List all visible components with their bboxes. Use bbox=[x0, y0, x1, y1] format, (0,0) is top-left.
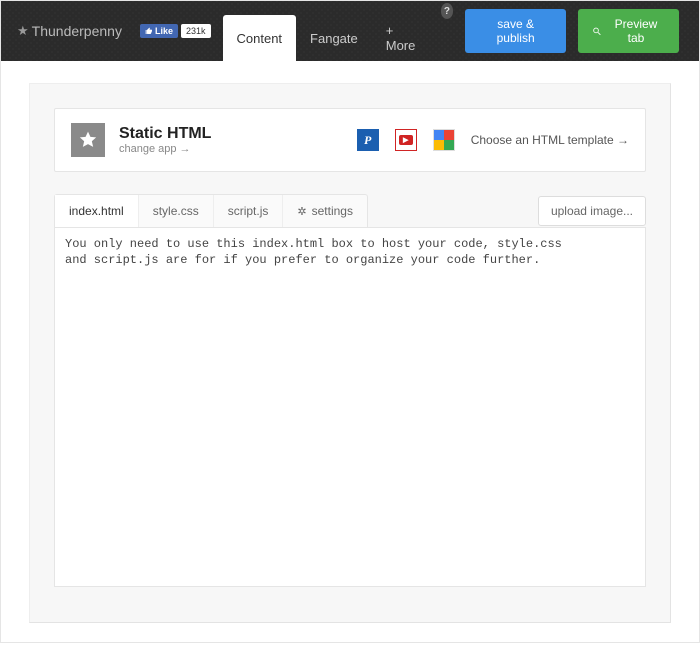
nav-fangate[interactable]: Fangate bbox=[296, 15, 372, 61]
star-app-icon bbox=[78, 130, 98, 150]
brand-label: Thunderpenny bbox=[32, 23, 122, 39]
search-icon bbox=[592, 26, 602, 37]
stage: Static HTML change app → P ▶ Choose an H… bbox=[29, 83, 671, 623]
nav-more-label: + More bbox=[386, 23, 419, 53]
tab-settings-label: settings bbox=[312, 204, 353, 218]
nav-more[interactable]: + More bbox=[372, 15, 433, 61]
change-app-link[interactable]: change app → bbox=[119, 143, 211, 155]
nav-fangate-label: Fangate bbox=[310, 31, 358, 46]
star-icon: ★ bbox=[17, 23, 29, 39]
nav-content-label: Content bbox=[237, 31, 283, 46]
app-icon bbox=[71, 123, 105, 157]
tab-script-label: script.js bbox=[228, 204, 269, 218]
tab-script-js[interactable]: script.js bbox=[214, 195, 284, 227]
fb-like-button[interactable]: Like bbox=[140, 24, 178, 38]
tab-index-label: index.html bbox=[69, 204, 124, 218]
main-nav: Content Fangate + More ? bbox=[223, 1, 454, 61]
header-right: P ▶ Choose an HTML template → bbox=[357, 129, 629, 151]
tab-settings[interactable]: ✲ settings bbox=[283, 195, 367, 227]
preview-tab-button[interactable]: Preview tab bbox=[578, 9, 679, 53]
tab-style-label: style.css bbox=[153, 204, 199, 218]
gear-icon: ✲ bbox=[297, 205, 306, 218]
tab-row: index.html style.css script.js ✲ setting… bbox=[54, 194, 646, 227]
fb-like-count: 231k bbox=[181, 24, 211, 38]
editor-tabs: index.html style.css script.js ✲ setting… bbox=[54, 194, 368, 227]
youtube-icon[interactable]: ▶ bbox=[395, 129, 417, 151]
help-icon[interactable]: ? bbox=[441, 3, 454, 19]
upload-image-button[interactable]: upload image... bbox=[538, 196, 646, 226]
app-meta: Static HTML change app → bbox=[119, 125, 211, 155]
choose-template-link[interactable]: Choose an HTML template → bbox=[471, 133, 629, 147]
topbar: ★ Thunderpenny Like 231k Content Fangate… bbox=[1, 1, 699, 61]
app-header-card: Static HTML change app → P ▶ Choose an H… bbox=[54, 108, 646, 172]
tab-index-html[interactable]: index.html bbox=[55, 195, 139, 228]
upload-image-label: upload image... bbox=[551, 204, 633, 218]
tab-style-css[interactable]: style.css bbox=[139, 195, 214, 227]
code-editor[interactable] bbox=[54, 227, 646, 587]
save-publish-label: save & publish bbox=[479, 17, 552, 45]
thumbs-up-icon bbox=[145, 27, 153, 35]
preview-tab-label: Preview tab bbox=[607, 17, 665, 45]
paypal-icon[interactable]: P bbox=[357, 129, 379, 151]
maps-icon[interactable] bbox=[433, 129, 455, 151]
save-publish-button[interactable]: save & publish bbox=[465, 9, 566, 53]
nav-content[interactable]: Content bbox=[223, 15, 297, 61]
brand[interactable]: ★ Thunderpenny bbox=[9, 23, 130, 39]
fb-like-label: Like bbox=[155, 26, 173, 36]
page: Static HTML change app → P ▶ Choose an H… bbox=[1, 61, 699, 645]
app-title: Static HTML bbox=[119, 125, 211, 143]
fb-like[interactable]: Like 231k bbox=[140, 24, 211, 38]
